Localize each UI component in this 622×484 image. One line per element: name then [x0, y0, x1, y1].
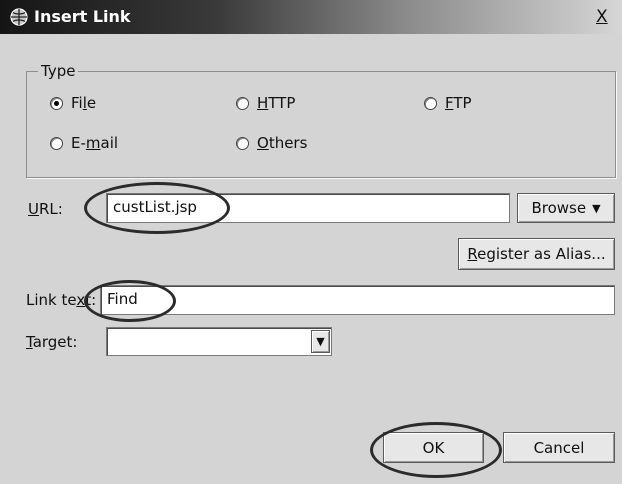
cancel-label: Cancel	[533, 438, 585, 457]
radio-email-indicator[interactable]	[50, 136, 63, 150]
radio-others[interactable]: Others	[236, 134, 307, 152]
browse-button[interactable]: Browse ▼	[517, 193, 615, 223]
link-globe-icon	[10, 8, 28, 26]
close-button[interactable]: X	[596, 7, 608, 27]
link-text-input[interactable]: Find	[100, 285, 615, 315]
browse-label: Browse	[531, 199, 587, 217]
radio-others-label: Others	[257, 134, 308, 152]
radio-ftp-indicator[interactable]	[424, 96, 437, 110]
chevron-down-icon: ▼	[316, 335, 325, 348]
radio-file-indicator[interactable]	[50, 96, 63, 110]
dialog-title: Insert Link	[34, 7, 131, 26]
radio-file[interactable]: File	[50, 94, 96, 112]
target-dropdown-button[interactable]: ▼	[311, 330, 330, 353]
radio-http[interactable]: HTTP	[236, 94, 295, 112]
url-label: URL:	[28, 200, 63, 218]
target-label: Target:	[26, 333, 78, 351]
ok-label: OK	[422, 438, 445, 457]
title-bar: Insert Link X	[0, 0, 622, 34]
close-icon: X	[596, 7, 608, 27]
ok-button[interactable]: OK	[383, 432, 484, 463]
radio-ftp[interactable]: FTP	[424, 94, 472, 112]
radio-http-label: HTTP	[257, 94, 296, 112]
cancel-button[interactable]: Cancel	[503, 432, 615, 463]
register-alias-button[interactable]: Register as Alias...	[458, 238, 615, 270]
radio-email[interactable]: E-mail	[50, 134, 118, 152]
radio-others-indicator[interactable]	[236, 136, 249, 150]
radio-ftp-label: FTP	[445, 94, 472, 112]
dropdown-arrow-icon: ▼	[592, 201, 601, 215]
radio-email-label: E-mail	[71, 134, 119, 152]
link-text-label: Link text:	[26, 291, 97, 309]
target-select[interactable]	[106, 327, 332, 356]
radio-file-label: File	[71, 94, 97, 112]
type-group-legend: Type	[38, 62, 79, 80]
type-group	[26, 71, 616, 178]
radio-http-indicator[interactable]	[236, 96, 249, 110]
url-input[interactable]: custList.jsp	[106, 193, 510, 223]
register-alias-label: Register as Alias...	[467, 245, 606, 263]
